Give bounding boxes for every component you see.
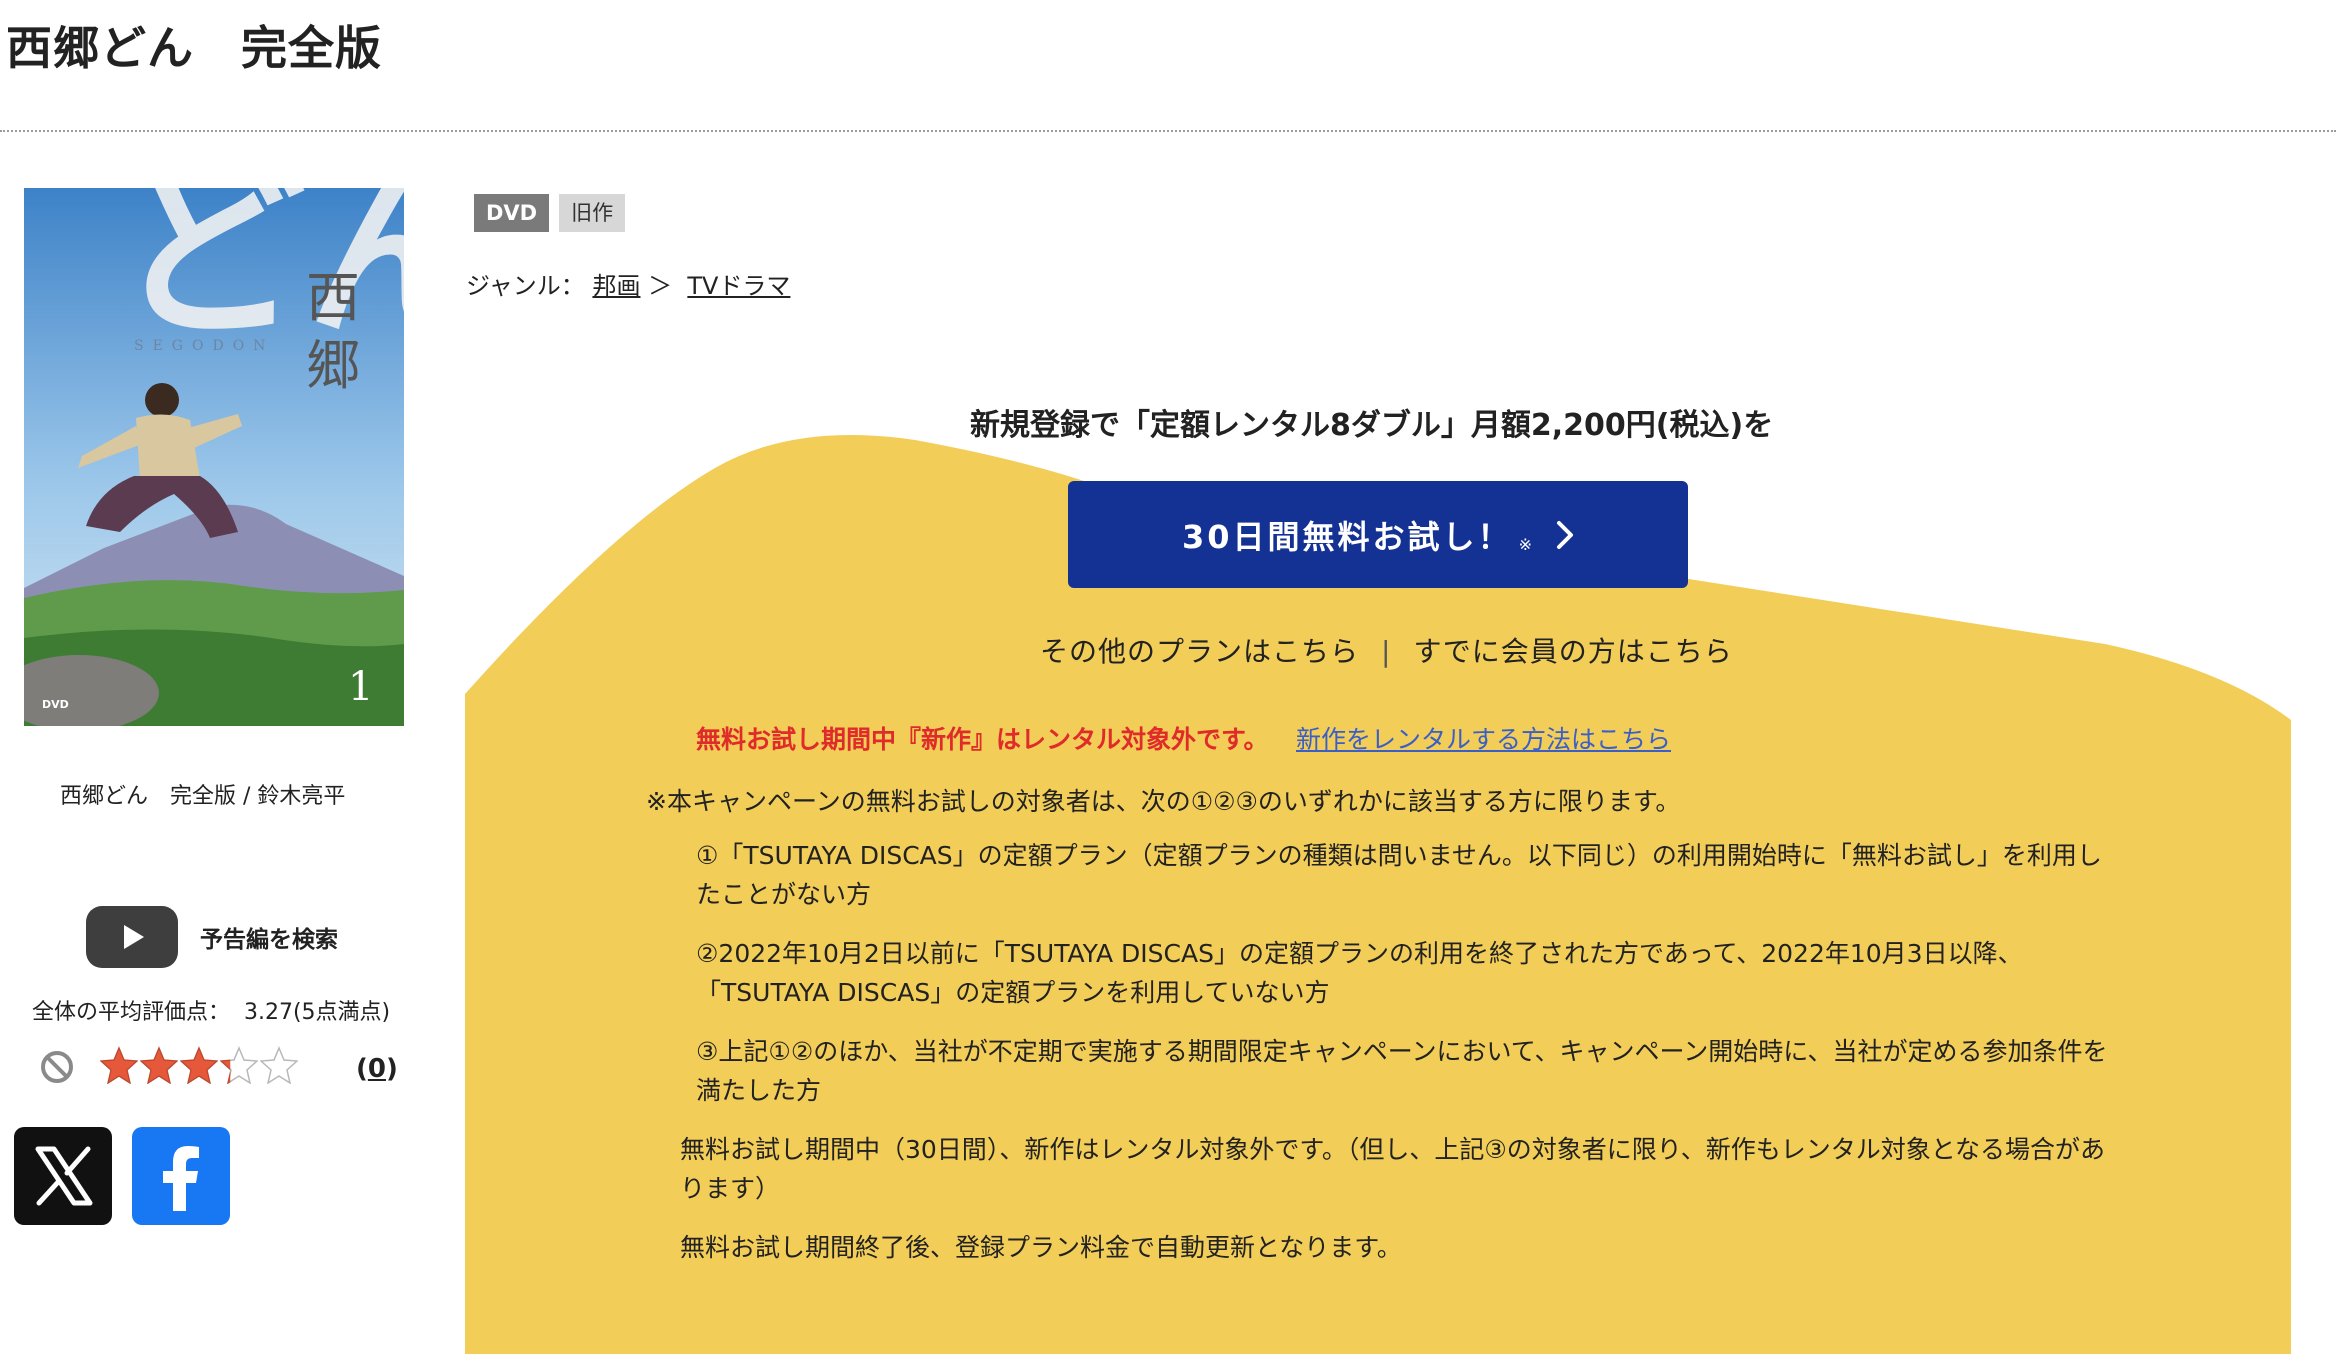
average-rating: 全体の平均評価点： 3.27(5点満点) (32, 1000, 391, 1025)
new-release-rental-link[interactable]: 新作をレンタルする方法はこちら (1296, 720, 1671, 756)
genre-separator: ＞ (648, 272, 673, 300)
facebook-logo-icon (163, 1146, 199, 1211)
release-badge-old: 旧作 (559, 194, 626, 232)
trailer-search-label: 予告編を検索 (200, 927, 338, 953)
campaign-eligibility-note: ※本キャンペーンの無料お試しの対象者は、次の①②③のいずれかに該当する方に限りま… (646, 787, 1681, 816)
cover-caption: 西郷どん 完全版 / 鈴木亮平 (60, 784, 346, 809)
free-trial-button[interactable]: 30日間無料お試し！ ※ (1068, 481, 1688, 588)
cover-art-text: どん (116, 188, 404, 363)
plan-links: その他のプランはこちら | すでに会員の方はこちら (1040, 630, 1733, 670)
genre-label: ジャンル： (466, 272, 585, 300)
cover-image[interactable]: どん 西 郷 SEGODON 1 DVD (24, 188, 404, 726)
eligibility-condition-3: ③上記①②のほか、当社が不定期で実施する期間限定キャンペーンにおいて、キャンペー… (696, 1037, 2108, 1105)
chevron-right-icon (1556, 520, 1573, 549)
genre-breadcrumb: ジャンル： 邦画 ＞ TVドラマ (466, 266, 790, 301)
cover-volume: 1 (348, 664, 373, 710)
other-plans-link[interactable]: その他のプランはこちら (1040, 635, 1359, 668)
share-facebook-button[interactable] (132, 1127, 230, 1225)
genre-link-tv-drama[interactable]: TVドラマ (687, 272, 790, 300)
cover-vertical-text-2: 郷 (306, 334, 360, 397)
review-count[interactable]: (0) (356, 1054, 398, 1084)
promo-headline: 新規登録で「定額レンタル8ダブル」月額2,200円(税込)を (970, 408, 1774, 443)
member-login-link[interactable]: すでに会員の方はこちら (1413, 635, 1732, 668)
star-icon[interactable] (140, 1046, 178, 1084)
page-title: 西郷どん 完全版 (6, 21, 382, 75)
cover-format-mark: DVD (42, 698, 69, 711)
free-trial-note-mark: ※ (1518, 535, 1532, 554)
eligibility-condition-2: ②2022年10月2日以前に「TSUTAYA DISCAS」の定額プランの利用を… (696, 939, 2023, 1007)
star-icon[interactable] (260, 1046, 298, 1084)
star-icon[interactable] (220, 1046, 258, 1084)
eligibility-condition-1: ①「TSUTAYA DISCAS」の定額プラン（定額プランの種類は問いません。以… (696, 841, 2102, 909)
format-badge-dvd: DVD (474, 194, 550, 232)
star-icon[interactable] (180, 1046, 218, 1084)
share-x-button[interactable] (14, 1127, 112, 1225)
prohibited-icon[interactable] (40, 1050, 74, 1084)
play-icon (86, 906, 178, 968)
free-trial-button-label: 30日間無料お試し！ (1182, 517, 1513, 556)
new-release-notice: 無料お試し期間中『新作』はレンタル対象外です。 (696, 725, 1269, 754)
genre-link-hougaku[interactable]: 邦画 (592, 272, 640, 300)
plan-links-separator: | (1381, 635, 1392, 668)
trial-period-note: 無料お試し期間中（30日間）、新作はレンタル対象外です。（但し、上記③の対象者に… (680, 1135, 2105, 1203)
format-badges: DVD 旧作 (474, 194, 626, 232)
x-logo-icon (35, 1146, 93, 1206)
star-icon[interactable] (100, 1046, 138, 1084)
auto-renewal-note: 無料お試し期間終了後、登録プラン料金で自動更新となります。 (680, 1233, 1402, 1262)
rating-stars[interactable] (100, 1046, 298, 1084)
review-count-value[interactable]: 0 (368, 1054, 386, 1084)
title-divider (0, 130, 2336, 132)
cover-artwork: どん 西 郷 SEGODON 1 DVD (24, 188, 404, 726)
trailer-search-button[interactable]: 予告編を検索 (86, 906, 338, 968)
cover-roman-text: SEGODON (134, 338, 274, 354)
cover-vertical-text-1: 西 (306, 266, 360, 329)
